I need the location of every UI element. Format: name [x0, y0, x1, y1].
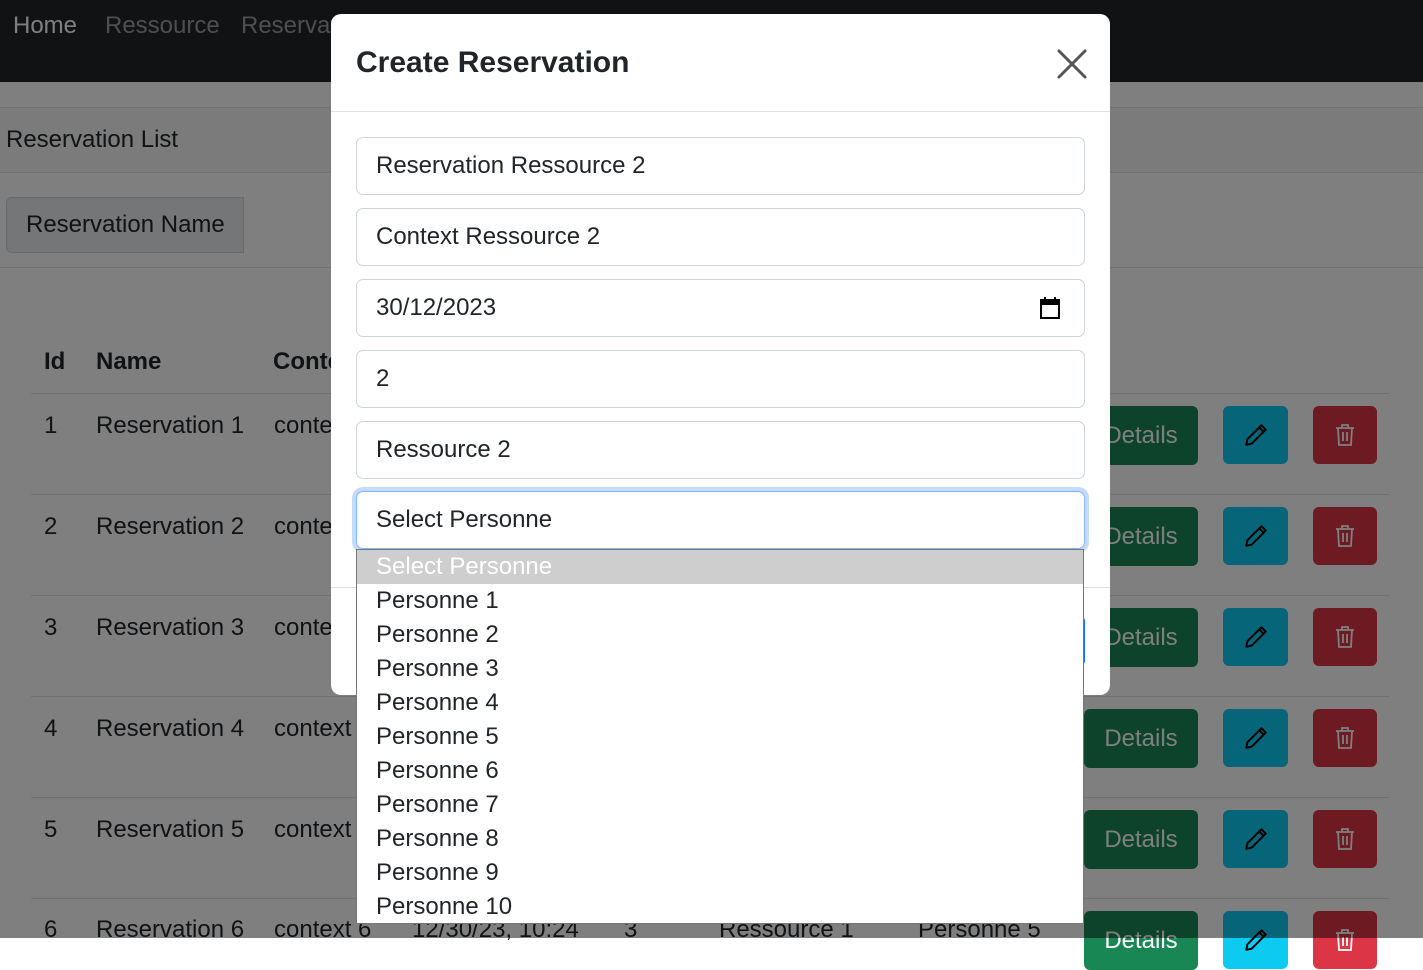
context-input[interactable]: Context Ressource 2 — [356, 208, 1085, 266]
dropdown-option[interactable]: Personne 3 — [357, 652, 1083, 686]
dropdown-option[interactable]: Personne 2 — [357, 618, 1083, 652]
quantity-input[interactable]: 2 — [356, 350, 1085, 408]
personne-dropdown-list[interactable]: Select Personne Personne 1 Personne 2 Pe… — [356, 549, 1084, 924]
personne-select[interactable]: Select Personne — [356, 491, 1085, 549]
dropdown-option[interactable]: Select Personne — [357, 550, 1083, 584]
date-input[interactable]: 30/12/2023 — [356, 279, 1085, 337]
modal-header: Create Reservation — [331, 14, 1110, 112]
modal-title: Create Reservation — [356, 46, 630, 79]
dropdown-option[interactable]: Personne 5 — [357, 720, 1083, 754]
dropdown-option[interactable]: Personne 1 — [357, 584, 1083, 618]
dropdown-option[interactable]: Personne 8 — [357, 822, 1083, 856]
dropdown-option[interactable]: Personne 4 — [357, 686, 1083, 720]
ressource-input[interactable]: Ressource 2 — [356, 421, 1085, 479]
dropdown-option[interactable]: Personne 9 — [357, 856, 1083, 890]
dropdown-option[interactable]: Personne 10 — [357, 890, 1083, 923]
dropdown-option[interactable]: Personne 7 — [357, 788, 1083, 822]
dropdown-option[interactable]: Personne 6 — [357, 754, 1083, 788]
reservation-name-input[interactable]: Reservation Ressource 2 — [356, 137, 1085, 195]
date-value: 30/12/2023 — [376, 294, 497, 321]
calendar-icon[interactable] — [1040, 297, 1060, 319]
close-icon[interactable] — [1054, 46, 1090, 82]
